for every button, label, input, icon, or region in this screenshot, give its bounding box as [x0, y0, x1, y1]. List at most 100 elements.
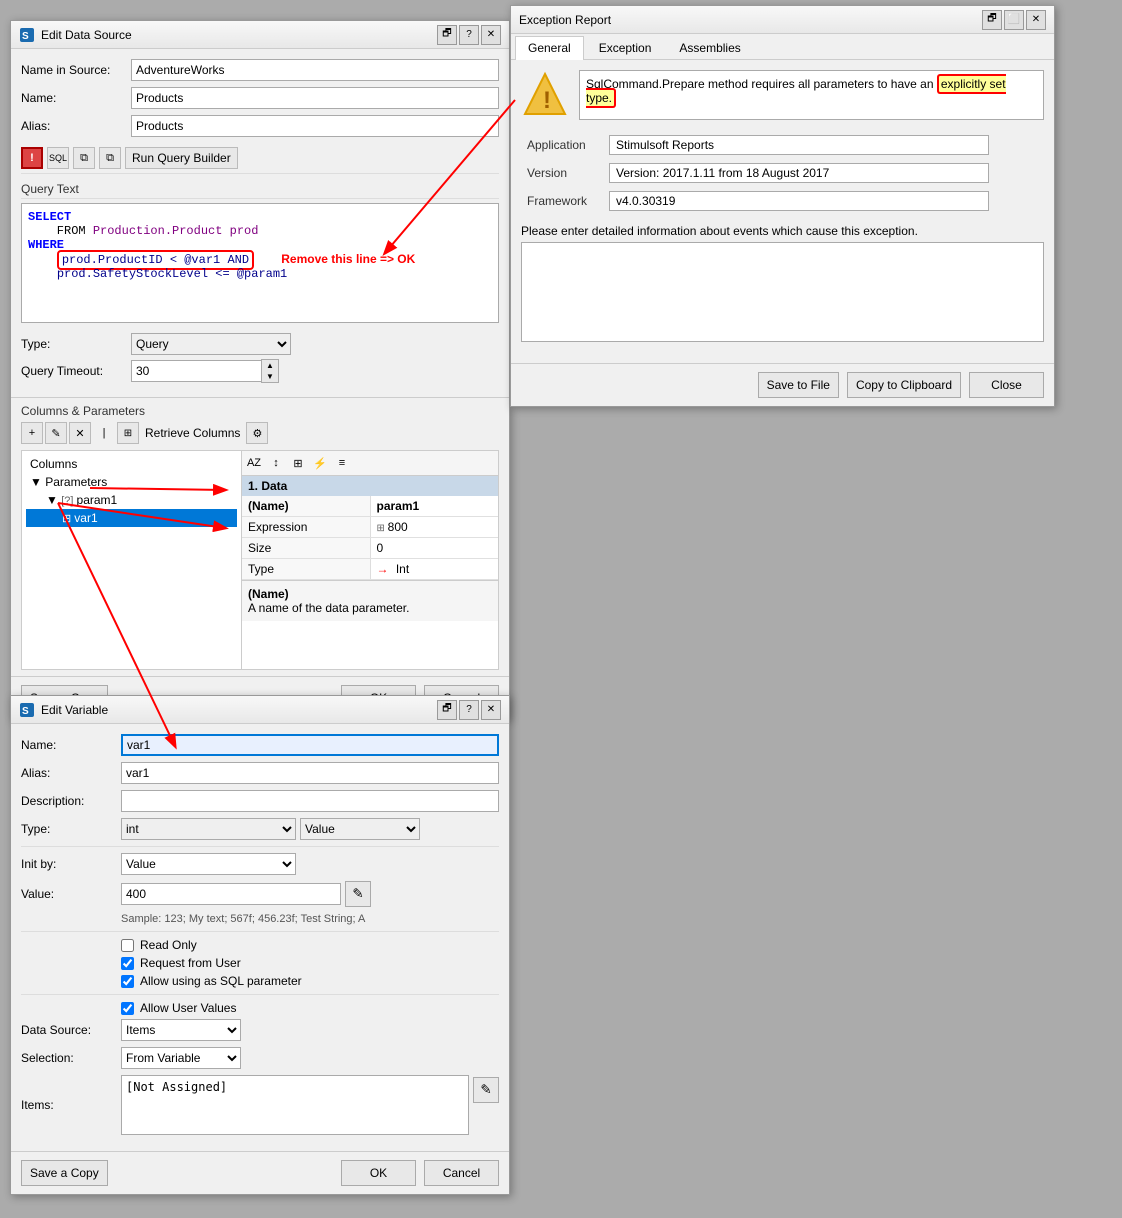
request-checkbox[interactable]	[121, 957, 134, 970]
var-close-btn[interactable]: ✕	[481, 700, 501, 720]
exception-report-window: Exception Report 🗗 ⬜ ✕ General Exception…	[510, 5, 1055, 407]
col-extra-btn[interactable]: ⚙	[246, 422, 268, 444]
props-expression-key: Expression	[242, 517, 370, 538]
var-type-select2[interactable]: Value	[300, 818, 420, 840]
var-restore-btn[interactable]: 🗗	[437, 700, 457, 720]
props-grid-btn[interactable]: ⊞	[288, 453, 308, 473]
query-editor[interactable]: SELECT FROM Production.Product prod WHER…	[21, 203, 499, 323]
params-tree: Columns ▼ Parameters ▼ [?] param1 ⊞ var1	[22, 451, 242, 669]
alias-row: Alias:	[21, 115, 499, 137]
tree-var1[interactable]: ⊞ var1	[26, 509, 237, 527]
params-panel: Columns ▼ Parameters ▼ [?] param1 ⊞ var1	[21, 450, 499, 670]
items-wrapper: [Not Assigned] ✎	[121, 1075, 499, 1135]
svg-text:!: !	[543, 87, 551, 114]
var-items-edit-btn[interactable]: ✎	[473, 1077, 499, 1103]
sql-btn[interactable]: SQL	[47, 147, 69, 169]
tab-assemblies[interactable]: Assemblies	[666, 36, 753, 59]
help-btn[interactable]: ?	[459, 25, 479, 45]
copy-btn[interactable]: ⧉	[73, 147, 95, 169]
columns-section: Columns & Parameters + ✎ ✕ | ⊞ Retrieve …	[11, 397, 509, 676]
restore-btn[interactable]: 🗗	[437, 25, 457, 45]
var-datasource-row: Data Source: Items	[21, 1019, 499, 1041]
var-sample: Sample: 123; My text; 567f; 456.23f; Tes…	[21, 913, 499, 925]
tree-param1[interactable]: ▼ [?] param1	[26, 491, 237, 509]
exception-close-button[interactable]: Close	[969, 372, 1044, 398]
var-save-copy-btn[interactable]: Save a Copy	[21, 1160, 108, 1186]
spinner-up[interactable]: ▲	[262, 360, 278, 371]
var-items-label: Items:	[21, 1098, 121, 1112]
alias-label: Alias:	[21, 119, 131, 133]
application-row: Application Stimulsoft Reports	[523, 132, 1042, 158]
exception-detail-textarea[interactable]	[521, 242, 1044, 342]
col-add-btn[interactable]: +	[21, 422, 43, 444]
props-list-btn[interactable]: ≡	[332, 453, 352, 473]
spinner-down[interactable]: ▼	[262, 371, 278, 382]
variable-footer: Save a Copy OK Cancel	[11, 1151, 509, 1194]
framework-label: Framework	[523, 188, 603, 214]
props-expression-val: ⊞ 800	[370, 517, 498, 538]
close-btn[interactable]: ✕	[481, 25, 501, 45]
var-desc-input[interactable]	[121, 790, 499, 812]
timeout-input[interactable]	[131, 360, 261, 382]
validate-btn[interactable]: !	[21, 147, 43, 169]
variable-titlebar-controls: 🗗 ? ✕	[437, 700, 501, 720]
edit-datasource-title: Edit Data Source	[41, 28, 132, 42]
var-selection-label: Selection:	[21, 1051, 121, 1065]
exception-close-btn[interactable]: ✕	[1026, 10, 1046, 30]
props-expression-row: Expression ⊞ 800	[242, 517, 498, 538]
readonly-checkbox[interactable]	[121, 939, 134, 952]
highlight-text: explicitly set type.	[586, 74, 1006, 108]
query-toolbar: ! SQL ⧉ ⧉ Run Query Builder	[21, 143, 499, 174]
var-value-row: Value: ✎	[21, 881, 499, 907]
var-value-input[interactable]	[121, 883, 341, 905]
columns-header: Columns & Parameters	[21, 404, 499, 418]
copy-to-clipboard-btn[interactable]: Copy to Clipboard	[847, 372, 961, 398]
exception-restore-btn[interactable]: 🗗	[982, 10, 1002, 30]
var-initby-row: Init by: Value	[21, 853, 499, 875]
var-name-input[interactable]	[121, 734, 499, 756]
query-from-line: FROM Production.Product prod	[28, 224, 258, 238]
name-in-source-input[interactable]	[131, 59, 499, 81]
var-initby-select[interactable]: Value	[121, 853, 296, 875]
var-value-edit-btn[interactable]: ✎	[345, 881, 371, 907]
var-datasource-select[interactable]: Items	[121, 1019, 241, 1041]
props-sort-btn[interactable]: ↕	[266, 453, 286, 473]
props-desc-title: (Name)	[248, 587, 492, 601]
exception-footer: Save to File Copy to Clipboard Close	[511, 363, 1054, 406]
col-retrieve-btn[interactable]: ⊞	[117, 422, 139, 444]
tree-param1-icon: ▼	[46, 493, 61, 507]
exception-max-btn[interactable]: ⬜	[1004, 10, 1024, 30]
exception-message: SqlCommand.Prepare method requires all p…	[579, 70, 1044, 120]
edit-variable-window: S Edit Variable 🗗 ? ✕ Name: Alias: Descr…	[10, 695, 510, 1195]
props-az-btn[interactable]: AZ	[244, 453, 264, 473]
col-del-btn[interactable]: ✕	[69, 422, 91, 444]
tree-parameters[interactable]: ▼ Parameters	[26, 473, 237, 491]
allow-user-values-checkbox[interactable]	[121, 1002, 134, 1015]
query-condition2: prod.SafetyStockLevel <= @param1	[28, 267, 287, 281]
exception-info-table: Application Stimulsoft Reports Version V…	[521, 130, 1044, 216]
exception-titlebar: Exception Report 🗗 ⬜ ✕	[511, 6, 1054, 34]
tab-general[interactable]: General	[515, 36, 584, 60]
expand-icon: ▼	[30, 475, 45, 489]
var-help-btn[interactable]: ?	[459, 700, 479, 720]
props-name-val: param1	[370, 496, 498, 517]
props-flash-btn[interactable]: ⚡	[310, 453, 330, 473]
var-alias-input[interactable]	[121, 762, 499, 784]
col-edit-btn[interactable]: ✎	[45, 422, 67, 444]
var-ok-btn[interactable]: OK	[341, 1160, 416, 1186]
paste-btn[interactable]: ⧉	[99, 147, 121, 169]
alias-input[interactable]	[131, 115, 499, 137]
var-selection-select[interactable]: From Variable	[121, 1047, 241, 1069]
name-input[interactable]	[131, 87, 499, 109]
var-type-select1[interactable]: int	[121, 818, 296, 840]
type-select[interactable]: Query	[131, 333, 291, 355]
edit-variable-titlebar: S Edit Variable 🗗 ? ✕	[11, 696, 509, 724]
run-query-builder-btn[interactable]: Run Query Builder	[125, 147, 238, 169]
tab-exception[interactable]: Exception	[586, 36, 665, 59]
tree-columns[interactable]: Columns	[26, 455, 237, 473]
edit-datasource-window: S Edit Data Source 🗗 ? ✕ Name in Source:…	[10, 20, 510, 720]
allow-sql-checkbox[interactable]	[121, 975, 134, 988]
save-to-file-btn[interactable]: Save to File	[758, 372, 839, 398]
var-cancel-btn[interactable]: Cancel	[424, 1160, 499, 1186]
var-items-textarea[interactable]: [Not Assigned]	[121, 1075, 469, 1135]
